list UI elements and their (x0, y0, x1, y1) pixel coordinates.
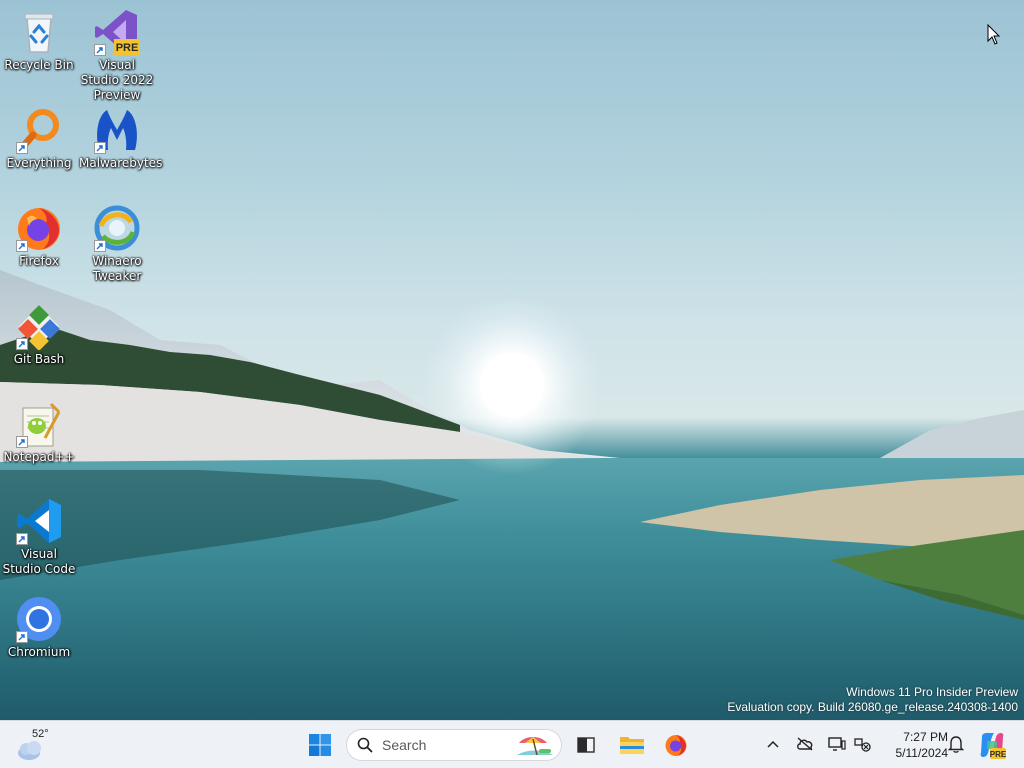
chevron-up-icon (767, 740, 779, 748)
shortcut-arrow-icon (16, 436, 28, 448)
bell-icon (948, 736, 964, 753)
shortcut-arrow-icon (16, 338, 28, 350)
firefox-icon (665, 735, 687, 756)
shortcut-arrow-icon (16, 240, 28, 252)
icon-label: Winaero Tweaker (92, 254, 142, 283)
git-bash-icon (15, 302, 63, 351)
chromium-icon (15, 595, 63, 643)
task-view-button[interactable] (568, 727, 604, 763)
watermark-line-1: Windows 11 Pro Insider Preview (846, 685, 1018, 699)
icon-label: Recycle Bin (4, 58, 74, 72)
recycle-bin-shortcut[interactable]: Recycle Bin (1, 8, 77, 73)
git-bash-shortcut[interactable]: Git Bash (1, 302, 77, 367)
icon-label: Everything (6, 156, 72, 170)
network-tray-button[interactable] (851, 733, 873, 755)
pre-badge: PRE (116, 42, 139, 54)
shortcut-arrow-icon (94, 44, 106, 56)
notepad-plus-plus-icon (15, 400, 63, 448)
show-hidden-icons-button[interactable] (762, 733, 784, 755)
clock-time: 7:27 PM (903, 730, 948, 744)
firefox-icon (15, 204, 63, 252)
visual-studio-icon: PRE (93, 8, 141, 56)
icon-label: Git Bash (13, 352, 65, 366)
cloud-icon (18, 741, 41, 760)
mouse-cursor-icon (987, 24, 1001, 45)
folder-icon (620, 737, 644, 754)
shortcut-arrow-icon (16, 142, 28, 154)
weather-widget[interactable]: 52° (14, 727, 54, 763)
search-highlight-beach-icon (517, 737, 553, 756)
notepad-plus-plus-shortcut[interactable]: Notepad++ (1, 400, 77, 465)
network-icon (854, 738, 871, 752)
shortcut-arrow-icon (16, 533, 28, 545)
copilot-icon: PRE (980, 733, 1006, 759)
recycle-bin-icon (15, 8, 63, 56)
start-button[interactable] (302, 727, 338, 763)
display-tray-button[interactable] (826, 733, 848, 755)
winaero-tweaker-icon (93, 204, 141, 252)
icon-label: Chromium (7, 645, 71, 659)
watermark-line-2: Evaluation copy. Build 26080.ge_release.… (727, 700, 1018, 714)
task-view-icon (577, 737, 595, 753)
firefox-shortcut[interactable]: Firefox (1, 204, 77, 269)
weather-temperature: 52° (32, 728, 49, 740)
icon-label: Firefox (19, 254, 59, 268)
onedrive-tray-button[interactable] (794, 733, 816, 755)
clock-button[interactable]: 7:27 PM 5/11/2024 (876, 729, 949, 761)
vscode-shortcut[interactable]: Visual Studio Code (1, 497, 77, 577)
search-icon (357, 737, 373, 753)
copilot-button[interactable]: PRE (974, 727, 1010, 763)
malwarebytes-icon (93, 106, 141, 154)
malwarebytes-shortcut[interactable]: Malwarebytes (79, 106, 163, 171)
chromium-shortcut[interactable]: Chromium (1, 595, 77, 660)
clock-date: 5/11/2024 (895, 746, 949, 760)
shortcut-arrow-icon (94, 142, 106, 154)
icon-label: Notepad++ (3, 450, 75, 464)
shortcut-arrow-icon (94, 240, 106, 252)
onedrive-offline-icon (797, 737, 813, 751)
icon-label: Visual Studio Code (2, 547, 76, 576)
taskbar-firefox-button[interactable] (658, 727, 694, 763)
icon-label: Malwarebytes (79, 156, 163, 170)
vscode-icon (15, 497, 63, 545)
desktop[interactable]: Recycle Bin PRE Visual Studio 2022 Previ… (0, 0, 1024, 720)
notifications-button[interactable] (945, 733, 967, 755)
copilot-pre-badge: PRE (990, 750, 1006, 759)
windows-logo-icon (309, 734, 331, 756)
winaero-tweaker-shortcut[interactable]: Winaero Tweaker (79, 204, 155, 284)
file-explorer-button[interactable] (614, 727, 650, 763)
everything-shortcut[interactable]: Everything (1, 106, 77, 171)
everything-search-icon (15, 106, 63, 154)
taskbar-search-box[interactable]: Search (346, 729, 562, 761)
visual-studio-2022-preview-shortcut[interactable]: PRE Visual Studio 2022 Preview (79, 8, 155, 103)
shortcut-arrow-icon (16, 631, 28, 643)
taskbar: 52° Search 7:27 PM 5/11/2024 PRE (0, 720, 1024, 768)
evaluation-watermark: Windows 11 Pro Insider Preview Evaluatio… (727, 685, 1018, 715)
display-icon (828, 737, 846, 751)
search-placeholder: Search (382, 737, 427, 753)
icon-label: Visual Studio 2022 Preview (80, 58, 154, 102)
